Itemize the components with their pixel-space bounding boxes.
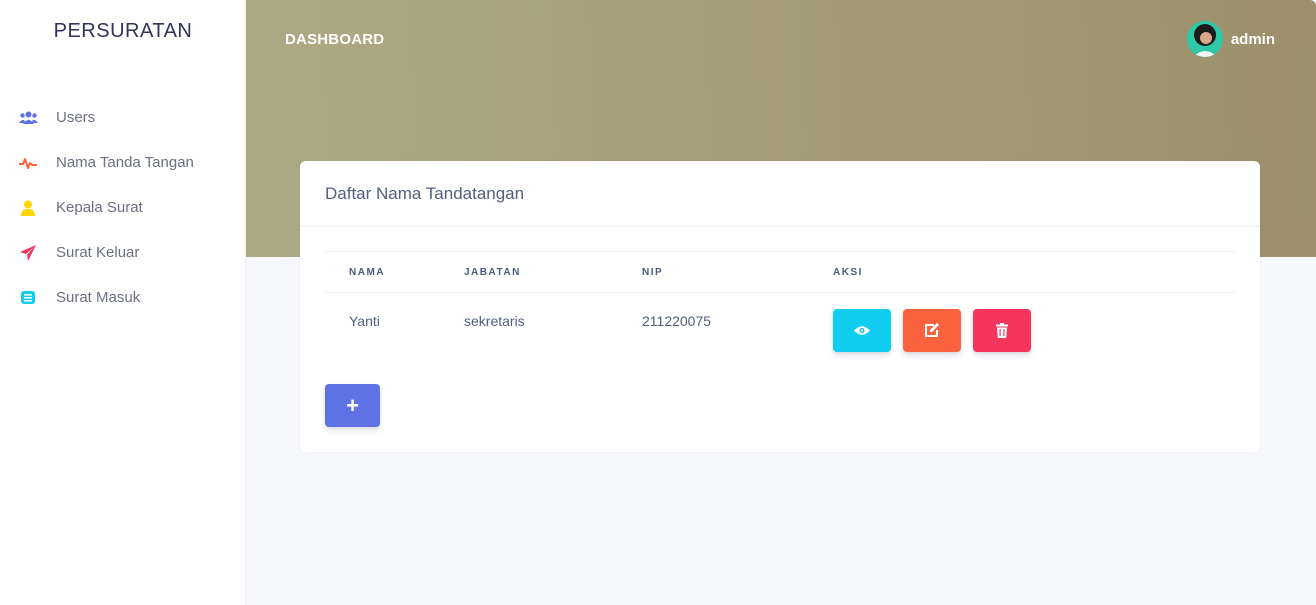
inbox-icon [18,289,38,307]
sidebar-item-surat-masuk[interactable]: Surat Masuk [0,275,246,320]
cell-actions [833,293,1235,353]
column-header-nama: NAMA [325,251,464,293]
pulse-icon [18,154,38,172]
column-header-jabatan: JABATAN [464,251,642,293]
eye-icon [854,326,870,335]
sidebar: PERSURATAN Users Nama Tanda Tangan Kepal… [0,0,246,605]
sidebar-nav: Users Nama Tanda Tangan Kepala Surat Sur… [0,95,246,320]
edit-icon [924,323,939,337]
sidebar-item-users[interactable]: Users [0,95,246,140]
edit-button[interactable] [902,309,961,352]
sidebar-item-label: Surat Keluar [56,244,140,261]
sidebar-item-surat-keluar[interactable]: Surat Keluar [0,230,246,275]
add-button[interactable]: + [325,384,380,427]
cell-nama: Yanti [349,313,380,329]
trash-icon [995,323,1008,338]
avatar[interactable] [1186,21,1223,57]
signature-list-card: Daftar Nama Tandatangan NAMA JABATAN NIP… [300,161,1260,452]
column-header-aksi: AKSI [833,251,1235,293]
users-icon [18,109,38,127]
view-button[interactable] [833,309,891,352]
cell-jabatan: sekretaris [464,313,525,329]
sidebar-item-kepala-surat[interactable]: Kepala Surat [0,185,246,230]
single-user-icon [18,199,38,217]
user-name[interactable]: admin [1231,31,1275,48]
send-icon [18,244,38,262]
card-header: Daftar Nama Tandatangan [300,161,1260,227]
table-row: Yanti sekretaris 211220075 [325,293,1235,353]
card-title: Daftar Nama Tandatangan [325,183,525,203]
column-header-nip: NIP [642,251,833,293]
brand-logo[interactable]: PERSURATAN [0,20,246,43]
table-header-row: NAMA JABATAN NIP AKSI [325,251,1235,293]
page-title[interactable]: DASHBOARD [285,31,384,48]
delete-button[interactable] [972,309,1031,352]
sidebar-item-label: Surat Masuk [56,289,141,306]
user-menu[interactable]: admin [1186,21,1275,57]
sidebar-item-label: Nama Tanda Tangan [56,154,194,171]
sidebar-item-nama-tanda-tangan[interactable]: Nama Tanda Tangan [0,140,246,185]
cell-nip: 211220075 [642,313,712,329]
signature-table: NAMA JABATAN NIP AKSI Yanti sekretaris 2… [325,251,1235,353]
sidebar-item-label: Kepala Surat [56,199,143,216]
sidebar-item-label: Users [56,109,96,126]
